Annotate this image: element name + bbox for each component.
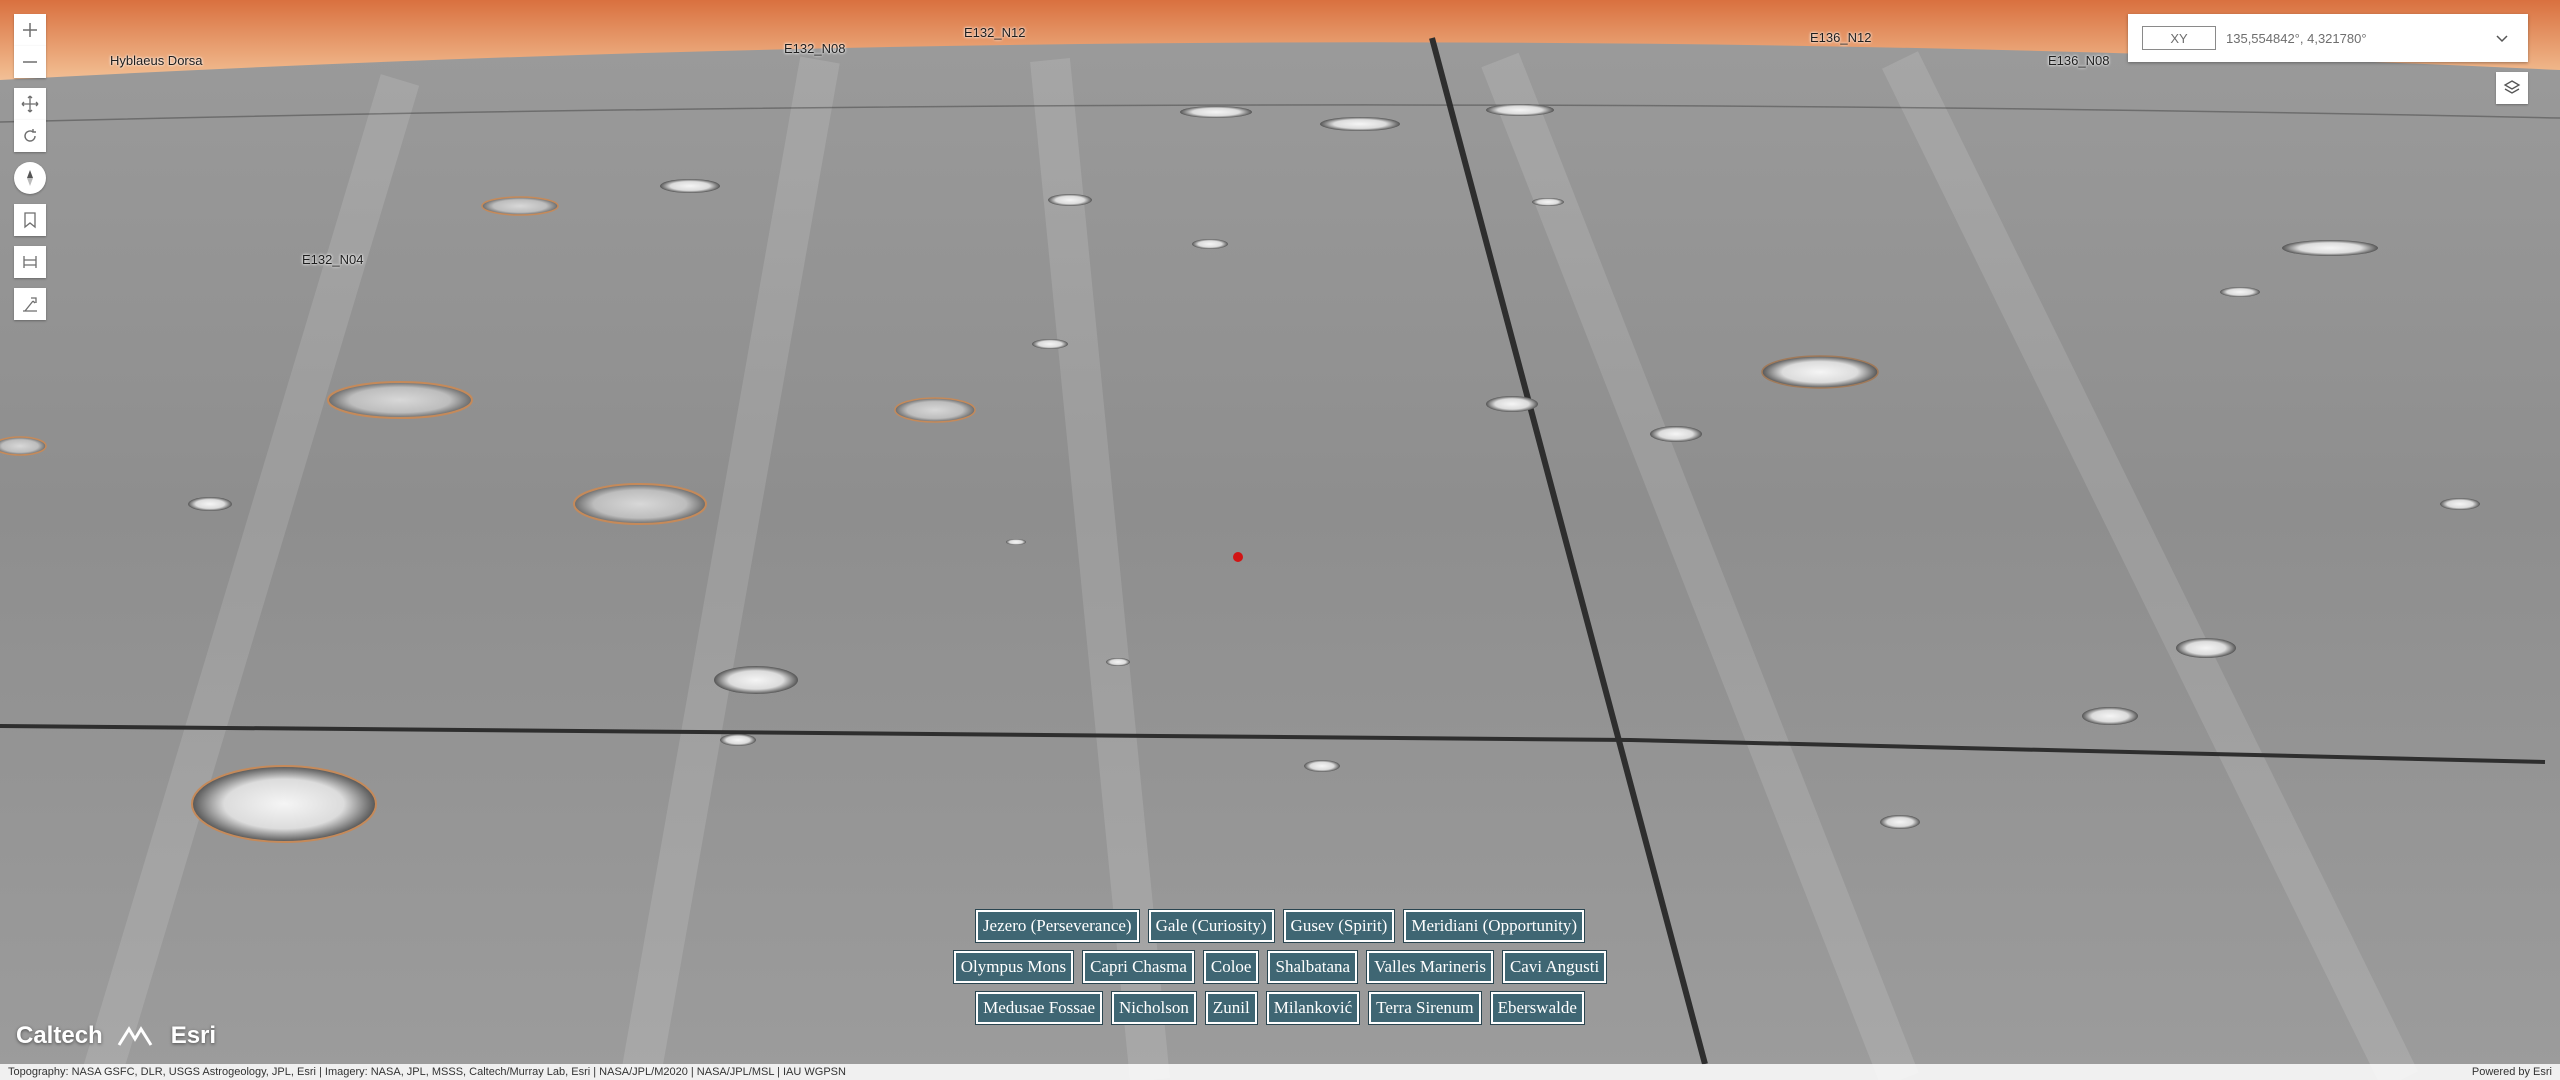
site-button-meridiani[interactable]: Meridiani (Opportunity) xyxy=(1404,910,1585,942)
map-label-hyblaeus-dorsa: Hyblaeus Dorsa xyxy=(110,53,203,68)
attribution-bar: Topography: NASA GSFC, DLR, USGS Astroge… xyxy=(0,1064,2560,1080)
map-label-e132-n04: E132_N04 xyxy=(302,252,364,267)
site-buttons-row-1: Jezero (Perseverance) Gale (Curiosity) G… xyxy=(0,910,2560,942)
bookmarks-button[interactable] xyxy=(14,204,46,236)
site-button-terra-sirenum[interactable]: Terra Sirenum xyxy=(1369,992,1481,1024)
site-button-gusev[interactable]: Gusev (Spirit) xyxy=(1283,910,1395,942)
logos: Caltech Esri xyxy=(16,1022,216,1050)
plus-icon xyxy=(23,23,37,37)
layers-icon xyxy=(2503,80,2521,94)
site-button-shalbatana[interactable]: Shalbatana xyxy=(1268,951,1358,983)
minus-icon xyxy=(23,61,37,63)
site-button-gale[interactable]: Gale (Curiosity) xyxy=(1148,910,1274,942)
site-buttons-row-3: Medusae Fossae Nicholson Zunil Milankovi… xyxy=(0,992,2560,1024)
layer-list-button[interactable] xyxy=(2496,72,2528,104)
map-label-e136-n08: E136_N08 xyxy=(2048,53,2110,68)
site-button-olympus-mons[interactable]: Olympus Mons xyxy=(953,951,1074,983)
site-button-capri-chasma[interactable]: Capri Chasma xyxy=(1083,951,1194,983)
pan-button[interactable] xyxy=(14,88,46,120)
measure-button[interactable] xyxy=(14,288,46,320)
slice-button[interactable] xyxy=(14,246,46,278)
esri-logo-icon xyxy=(117,1026,152,1046)
compass-button[interactable] xyxy=(14,162,46,194)
site-button-valles-marineris[interactable]: Valles Marineris xyxy=(1367,951,1493,983)
zoom-in-button[interactable] xyxy=(14,14,46,46)
site-button-coloe[interactable]: Coloe xyxy=(1203,951,1259,983)
site-button-jezero[interactable]: Jezero (Perseverance) xyxy=(975,910,1139,942)
rotate-icon xyxy=(24,129,36,142)
attribution-text[interactable]: Topography: NASA GSFC, DLR, USGS Astroge… xyxy=(8,1066,846,1078)
site-button-zunil[interactable]: Zunil xyxy=(1205,992,1257,1024)
site-button-medusae-fossae[interactable]: Medusae Fossae xyxy=(976,992,1102,1024)
rotate-button[interactable] xyxy=(14,120,46,152)
powered-by[interactable]: Powered by Esri xyxy=(2472,1066,2552,1078)
coordinate-mode-select[interactable]: XY xyxy=(2142,26,2216,50)
move-icon xyxy=(21,95,39,113)
compass-icon xyxy=(27,170,33,186)
site-button-milankovic[interactable]: Milanković xyxy=(1266,992,1360,1024)
map-label-e132-n12: E132_N12 xyxy=(964,25,1026,40)
coordinate-expand-button[interactable] xyxy=(2490,26,2514,50)
slice-icon xyxy=(23,256,37,268)
coordinate-conversion-widget: XY 135,554842°, 4,321780° xyxy=(2128,14,2528,62)
site-button-cavi-angusti[interactable]: Cavi Angusti xyxy=(1502,951,1607,983)
site-button-eberswalde[interactable]: Eberswalde xyxy=(1490,992,1584,1024)
coordinate-value: 135,554842°, 4,321780° xyxy=(2226,30,2367,46)
bookmark-icon xyxy=(24,212,36,229)
caltech-logo: Caltech xyxy=(16,1022,103,1049)
location-marker xyxy=(1233,552,1243,562)
zoom-out-button[interactable] xyxy=(14,46,46,78)
chevron-down-icon xyxy=(2496,35,2508,43)
measure-icon xyxy=(23,297,37,312)
map-label-e132-n08: E132_N08 xyxy=(784,41,846,56)
map-label-e136-n12: E136_N12 xyxy=(1810,30,1872,45)
esri-logo: Esri xyxy=(170,1022,217,1049)
site-buttons-row-2: Olympus Mons Capri Chasma Coloe Shalbata… xyxy=(0,951,2560,983)
site-button-nicholson[interactable]: Nicholson xyxy=(1112,992,1196,1024)
